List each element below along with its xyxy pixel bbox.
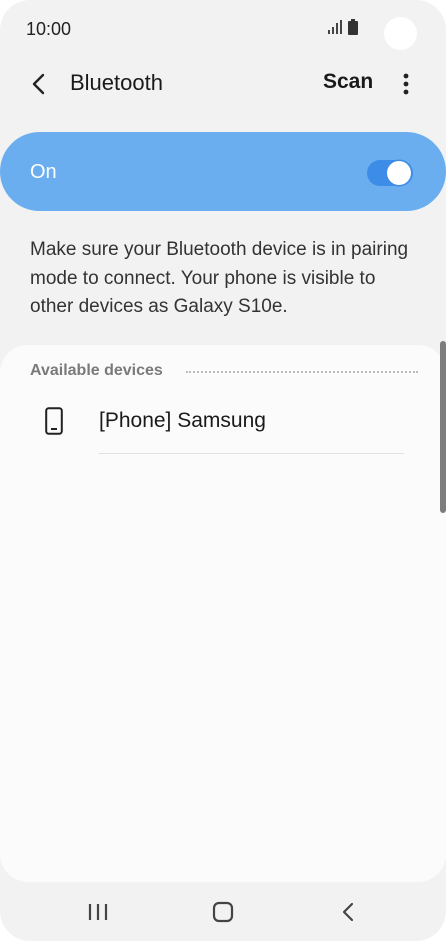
list-divider [99, 453, 404, 454]
recent-apps-icon[interactable] [78, 896, 118, 928]
page-title: Bluetooth [70, 70, 163, 95]
status-bar: 10:00 [0, 0, 446, 58]
signal-icon [328, 19, 342, 39]
phone-screen: 10:00 Bluetooth Scan On Make sure your B… [0, 0, 446, 941]
back-arrow-icon[interactable] [22, 68, 56, 100]
master-switch-label: On [30, 161, 57, 183]
battery-icon [348, 18, 358, 40]
bluetooth-master-switch[interactable]: On [0, 132, 446, 211]
toggle-knob [387, 161, 411, 185]
device-item[interactable]: [Phone] Samsung [0, 391, 446, 455]
bluetooth-description: Make sure your Bluetooth device is in pa… [30, 239, 409, 317]
camera-cutout [384, 17, 417, 50]
available-devices-header: Available devices [30, 362, 163, 379]
navigation-bar [0, 882, 446, 941]
status-icons [328, 18, 358, 40]
available-devices-card: Available devices [Phone] Samsung [0, 345, 446, 882]
more-options-icon[interactable] [394, 68, 418, 100]
bluetooth-toggle[interactable] [367, 160, 413, 186]
app-bar: Bluetooth Scan [0, 58, 446, 110]
section-divider [186, 371, 418, 373]
scan-button[interactable]: Scan [323, 70, 373, 94]
back-icon[interactable] [328, 896, 368, 928]
phone-icon [42, 405, 66, 437]
scrollbar[interactable] [440, 341, 446, 513]
home-icon[interactable] [203, 896, 243, 928]
device-name: [Phone] Samsung [99, 409, 266, 432]
status-time: 10:00 [26, 19, 72, 39]
